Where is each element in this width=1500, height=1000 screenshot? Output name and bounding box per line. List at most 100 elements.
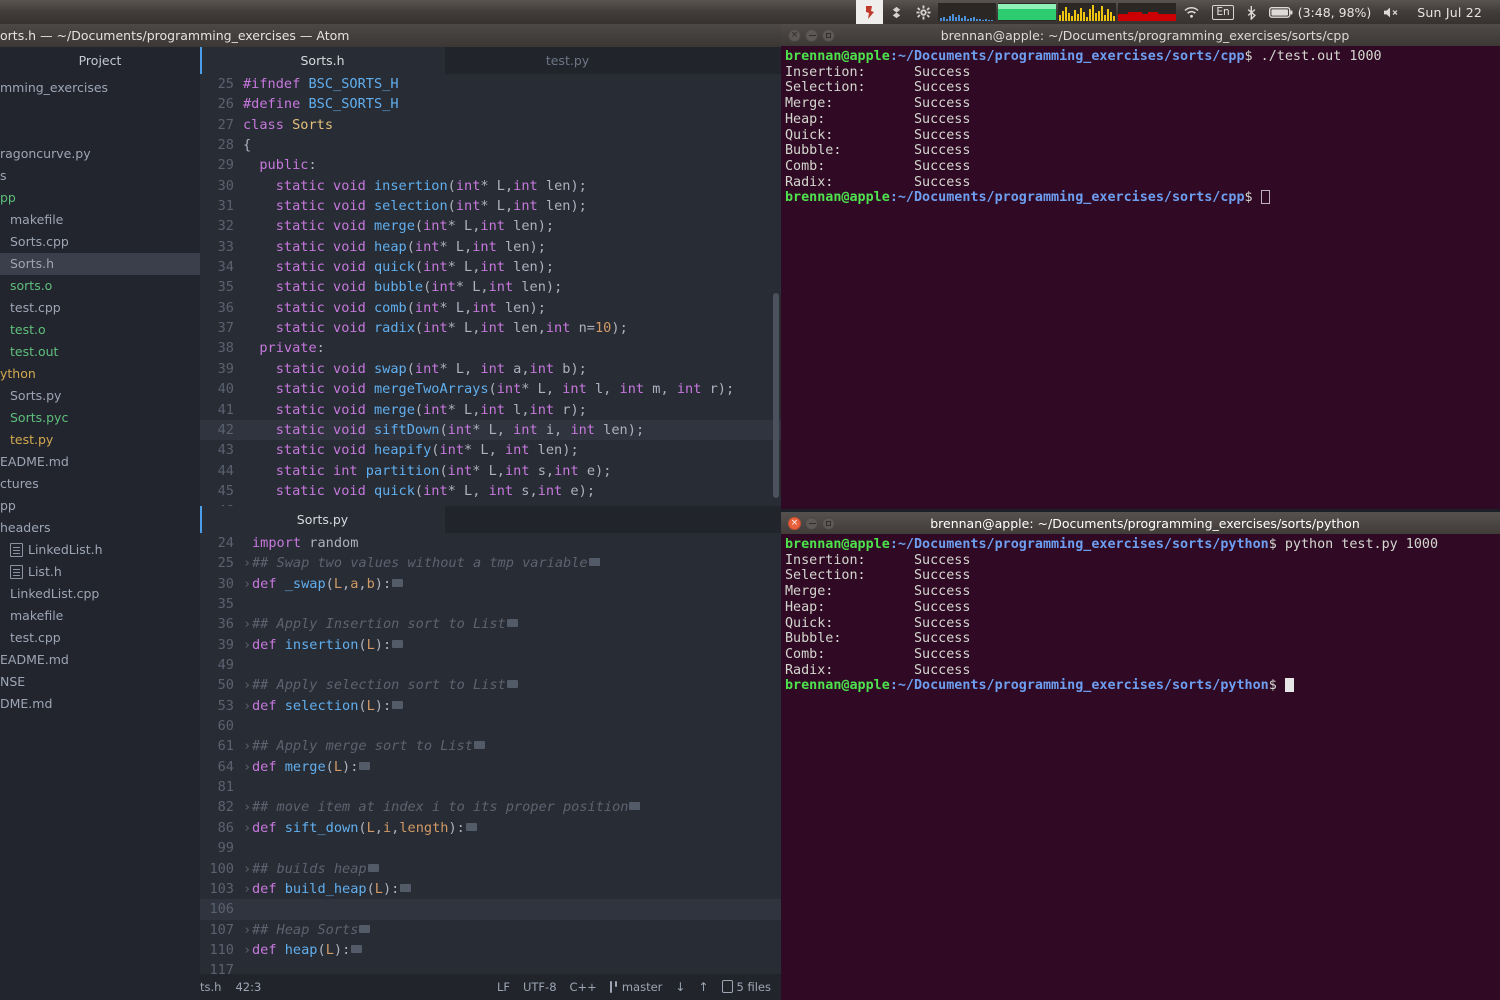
atom-titlebar[interactable]: orts.h — ~/Documents/programming_exercis… [0, 24, 781, 47]
tree-item-test-cpp[interactable]: test.cpp [0, 627, 200, 649]
code-line[interactable]: 24 import random [200, 533, 781, 553]
status-line-ending[interactable]: LF [497, 980, 510, 994]
code-line[interactable]: 29 public: [200, 155, 781, 175]
tab-bar-bottom[interactable]: Sorts.py [200, 506, 781, 533]
maximize-icon[interactable] [822, 28, 835, 42]
tree-item-blank-2[interactable] [0, 121, 200, 143]
fold-arrow-icon[interactable] [243, 899, 252, 919]
tree-item-test-cpp[interactable]: test.cpp [0, 297, 200, 319]
fold-arrow-icon[interactable]: › [243, 940, 252, 960]
code-line[interactable]: 28 { [200, 135, 781, 155]
tree-item-sorts-pyc[interactable]: Sorts.pyc [0, 407, 200, 429]
project-tree-list[interactable]: mming_exercises ragoncurve.py s pp makefile S… [0, 77, 200, 715]
status-grammar[interactable]: C++ [570, 980, 597, 994]
tab-bar-top[interactable]: Sorts.h test.py [200, 47, 781, 74]
editor-scrollbar-top[interactable] [773, 293, 779, 498]
terminal-window-cpp[interactable]: × brennan@apple: ~/Documents/programming… [781, 24, 1500, 509]
folded-region-marker[interactable] [359, 924, 371, 933]
code-line[interactable]: 38 private: [200, 338, 781, 358]
folded-region-marker[interactable] [392, 578, 404, 587]
clock[interactable]: Sun Jul 22 [1407, 0, 1494, 24]
code-line[interactable]: 39 static void swap(int* L, int a,int b)… [200, 359, 781, 379]
fold-arrow-icon[interactable]: › [243, 757, 252, 777]
code-line[interactable]: 53 ›def selection(L): [200, 696, 781, 716]
tree-item-eadme-md[interactable]: EADME.md [0, 649, 200, 671]
status-changed-files[interactable]: 5 files [721, 980, 771, 994]
code-editor-sorts-py[interactable]: 24 import random 25 ›## Swap two values wi… [200, 533, 781, 974]
code-line[interactable]: 64 ›def merge(L): [200, 757, 781, 777]
fold-arrow-icon[interactable]: › [243, 614, 252, 634]
code-line[interactable]: 37 static void radix(int* L,int len,int … [200, 318, 781, 338]
tab-sorts-h[interactable]: Sorts.h [200, 47, 445, 74]
tree-item-linkedlist-h[interactable]: LinkedList.h [0, 539, 200, 561]
code-editor-sorts-h[interactable]: 25 #ifndef BSC_SORTS_H 26 #define BSC_SORTS… [200, 74, 781, 506]
folded-region-marker[interactable] [367, 863, 379, 872]
code-line[interactable]: 33 static void heap(int* L,int len); [200, 237, 781, 257]
disk-graph-indicator[interactable] [1118, 3, 1177, 21]
tree-item-blank-1[interactable] [0, 99, 200, 121]
indicator-app-icon[interactable] [856, 0, 884, 24]
code-line[interactable]: 30 static void insertion(int* L,int len)… [200, 176, 781, 196]
code-line[interactable]: 31 static void selection(int* L,int len)… [200, 196, 781, 216]
fold-arrow-icon[interactable] [243, 533, 252, 553]
code-line[interactable]: 34 static void quick(int* L,int len); [200, 257, 781, 277]
code-line[interactable]: 42 static void siftDown(int* L, int i, i… [200, 419, 781, 441]
status-git-branch[interactable]: master [609, 980, 662, 994]
status-encoding[interactable]: UTF-8 [523, 980, 557, 994]
folded-region-marker[interactable] [588, 558, 600, 567]
folded-region-marker[interactable] [506, 680, 518, 689]
folded-region-marker[interactable] [359, 761, 371, 770]
settings-gear-icon[interactable] [910, 0, 937, 24]
code-line[interactable]: 25 ›## Swap two values without a tmp vari… [200, 553, 781, 573]
tree-item-sorts-py[interactable]: Sorts.py [0, 385, 200, 407]
fold-arrow-icon[interactable]: › [243, 675, 252, 695]
maximize-icon[interactable] [822, 516, 835, 530]
minimize-icon[interactable] [805, 516, 818, 530]
tree-item-makefile[interactable]: makefile [0, 605, 200, 627]
code-line[interactable]: 41 static void merge(int* L,int l,int r)… [200, 400, 781, 420]
code-line[interactable]: 86 ›def sift_down(L,i,length): [200, 818, 781, 838]
code-line[interactable]: 81 [200, 777, 781, 797]
code-line[interactable]: 44 static int partition(int* L,int s,int… [200, 461, 781, 481]
folded-region-marker[interactable] [473, 741, 485, 750]
tree-item-test-o[interactable]: test.o [0, 319, 200, 341]
terminal-python-output[interactable]: brennan@apple:~/Documents/programming_ex… [781, 534, 1500, 694]
wifi-icon[interactable] [1177, 0, 1206, 24]
tree-item-eadme-md[interactable]: EADME.md [0, 451, 200, 473]
terminal-python-titlebar[interactable]: × brennan@apple: ~/Documents/programming… [781, 512, 1500, 534]
fold-arrow-icon[interactable]: › [243, 553, 252, 573]
folded-region-marker[interactable] [506, 619, 518, 628]
code-line[interactable]: 45 static void quick(int* L, int s,int e… [200, 481, 781, 501]
code-line[interactable]: 100 ›## builds heap [200, 859, 781, 879]
fold-arrow-icon[interactable]: › [243, 797, 252, 817]
fold-arrow-icon[interactable]: › [243, 920, 252, 940]
fold-arrow-icon[interactable] [243, 655, 252, 675]
terminal-cpp-window-controls[interactable]: × [781, 28, 842, 42]
code-line[interactable]: 106 [200, 899, 781, 920]
fold-arrow-icon[interactable]: › [243, 574, 252, 594]
tree-item-mming-exercises[interactable]: mming_exercises [0, 77, 200, 99]
fold-arrow-icon[interactable]: › [243, 818, 252, 838]
code-line[interactable]: 40 static void mergeTwoArrays(int* L, in… [200, 379, 781, 399]
code-line[interactable]: 27 class Sorts [200, 115, 781, 135]
code-line[interactable]: 82 ›## move item at index i to its proper… [200, 797, 781, 817]
tree-item-sorts-o[interactable]: sorts.o [0, 275, 200, 297]
status-cursor-position[interactable]: 42:3 [235, 980, 261, 994]
dropbox-icon[interactable] [883, 0, 910, 24]
fold-arrow-icon[interactable]: › [243, 736, 252, 756]
tree-item-nse[interactable]: NSE [0, 671, 200, 693]
tab-test-py[interactable]: test.py [445, 47, 690, 74]
bluetooth-icon[interactable] [1240, 0, 1263, 24]
folded-region-marker[interactable] [629, 802, 641, 811]
fold-arrow-icon[interactable] [243, 594, 252, 614]
code-line[interactable]: 61 ›## Apply merge sort to List [200, 736, 781, 756]
close-icon[interactable]: × [788, 28, 801, 42]
tree-item-s[interactable]: s [0, 165, 200, 187]
cpu-graph-indicator[interactable] [938, 3, 997, 21]
status-file-name[interactable]: ts.h [200, 980, 221, 994]
code-line[interactable]: 117 [200, 960, 781, 974]
battery-indicator[interactable]: (3:48, 98%) [1263, 0, 1378, 24]
tab-sorts-py[interactable]: Sorts.py [200, 506, 445, 533]
tree-item-test-py[interactable]: test.py [0, 429, 200, 451]
code-line[interactable]: 35 static void bubble(int* L,int len); [200, 277, 781, 297]
